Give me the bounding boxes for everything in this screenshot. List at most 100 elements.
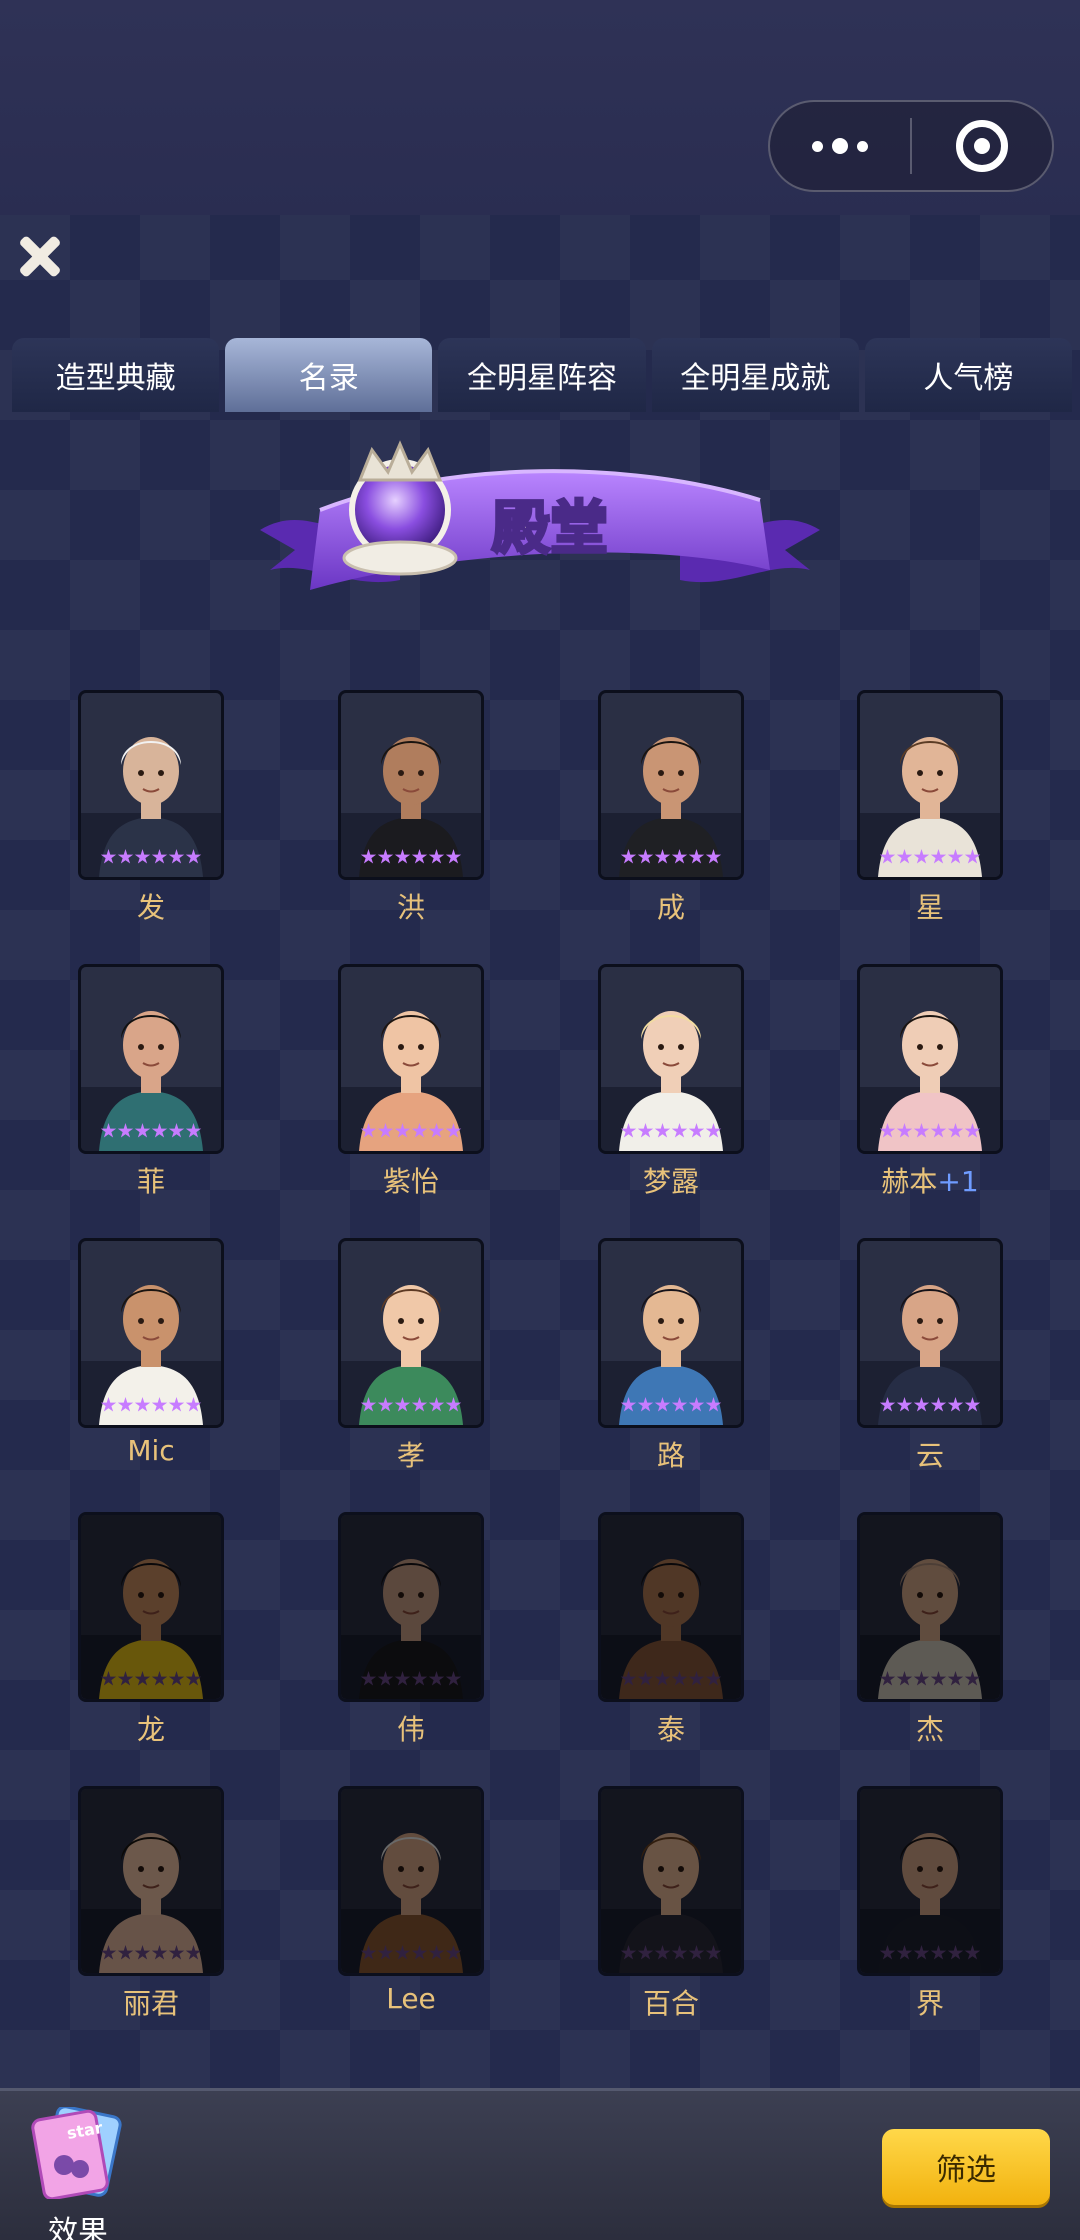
- star-rating: [81, 1945, 221, 1965]
- character-card[interactable]: 龙: [78, 1512, 224, 1748]
- tab-style-collection[interactable]: 造型典藏: [12, 338, 220, 412]
- target-circle-icon: [956, 120, 1008, 172]
- character-portrait: [598, 690, 744, 880]
- crown-icon: [342, 440, 458, 576]
- character-card[interactable]: 杰: [857, 1512, 1003, 1748]
- star-icon: [705, 1397, 722, 1412]
- effect-button[interactable]: star 效果: [28, 2105, 128, 2240]
- star-icon: [117, 849, 134, 864]
- character-name-text: 路: [656, 1439, 685, 1472]
- star-icon: [377, 1397, 394, 1412]
- character-name: 龙: [78, 1708, 224, 1748]
- star-rating: [601, 849, 741, 869]
- character-card[interactable]: Lee: [338, 1786, 484, 2015]
- star-icon: [445, 1123, 462, 1138]
- star-rating: [341, 849, 481, 869]
- exit-mini-program-button[interactable]: [912, 102, 1052, 190]
- star-icon: [377, 1123, 394, 1138]
- tab-popularity-ranking[interactable]: 人气榜: [864, 338, 1073, 412]
- star-icon: [360, 1397, 377, 1412]
- character-portrait: [338, 690, 484, 880]
- tab-bar: 造型典藏 名录 全明星阵容 全明星成就 人气榜: [12, 338, 1073, 412]
- star-cards-icon: star: [31, 2105, 122, 2201]
- character-name: 杰: [857, 1708, 1003, 1748]
- star-icon: [134, 1671, 151, 1686]
- star-icon: [705, 1945, 722, 1960]
- character-card[interactable]: 发: [78, 690, 224, 926]
- star-icon: [688, 1945, 705, 1960]
- star-icon: [620, 1945, 637, 1960]
- star-icon: [394, 1123, 411, 1138]
- more-menu-button[interactable]: [770, 102, 910, 190]
- star-icon: [930, 1397, 947, 1412]
- character-name: 赫本+1: [857, 1160, 1003, 1200]
- character-portrait: [857, 1238, 1003, 1428]
- character-card[interactable]: 孝: [338, 1238, 484, 1474]
- star-icon: [445, 849, 462, 864]
- character-card[interactable]: 菲: [78, 964, 224, 1200]
- star-icon: [913, 849, 930, 864]
- character-card[interactable]: 成: [598, 690, 744, 926]
- character-card[interactable]: 界: [857, 1786, 1003, 2022]
- character-portrait: [338, 964, 484, 1154]
- svg-text:殿堂: 殿堂: [492, 494, 608, 562]
- star-rating: [341, 1945, 481, 1965]
- star-icon: [671, 1671, 688, 1686]
- character-card[interactable]: 云: [857, 1238, 1003, 1474]
- star-rating: [601, 1397, 741, 1417]
- character-card[interactable]: 梦露: [598, 964, 744, 1200]
- character-card[interactable]: Mic: [78, 1238, 224, 1467]
- star-icon: [879, 849, 896, 864]
- character-card[interactable]: 伟: [338, 1512, 484, 1748]
- star-icon: [117, 1945, 134, 1960]
- star-icon: [930, 849, 947, 864]
- character-name-text: 紫怡: [382, 1165, 439, 1198]
- star-rating: [601, 1945, 741, 1965]
- character-name: 界: [857, 1982, 1003, 2022]
- character-portrait: [857, 690, 1003, 880]
- character-card[interactable]: 泰: [598, 1512, 744, 1748]
- character-card[interactable]: 紫怡: [338, 964, 484, 1200]
- character-portrait: [598, 1238, 744, 1428]
- filter-button[interactable]: 筛选: [882, 2129, 1050, 2205]
- tab-allstar-lineup[interactable]: 全明星阵容: [438, 338, 646, 412]
- star-icon: [185, 1123, 202, 1138]
- close-icon[interactable]: [16, 232, 64, 280]
- star-icon: [100, 1397, 117, 1412]
- star-icon: [168, 1123, 185, 1138]
- star-icon: [620, 1397, 637, 1412]
- star-icon: [117, 1123, 134, 1138]
- star-icon: [947, 1123, 964, 1138]
- star-icon: [896, 1123, 913, 1138]
- tab-allstar-achievements[interactable]: 全明星成就: [651, 338, 859, 412]
- character-name: 泰: [598, 1708, 744, 1748]
- star-icon: [134, 1123, 151, 1138]
- star-icon: [134, 1945, 151, 1960]
- star-rating: [81, 1397, 221, 1417]
- character-card[interactable]: 赫本+1: [857, 964, 1003, 1200]
- star-icon: [151, 1945, 168, 1960]
- star-icon: [930, 1945, 947, 1960]
- character-card[interactable]: 百合: [598, 1786, 744, 2022]
- star-icon: [360, 1123, 377, 1138]
- star-icon: [637, 1945, 654, 1960]
- star-rating: [341, 1123, 481, 1143]
- star-icon: [947, 849, 964, 864]
- star-icon: [879, 1671, 896, 1686]
- star-icon: [964, 1945, 981, 1960]
- star-icon: [411, 1123, 428, 1138]
- star-icon: [411, 1671, 428, 1686]
- star-rating: [81, 1671, 221, 1691]
- star-icon: [637, 1397, 654, 1412]
- character-card[interactable]: 星: [857, 690, 1003, 926]
- mini-program-capsule: [768, 100, 1054, 192]
- character-portrait: [338, 1238, 484, 1428]
- character-portrait: [598, 1512, 744, 1702]
- tab-roster[interactable]: 名录: [225, 338, 433, 412]
- star-icon: [100, 849, 117, 864]
- star-icon: [100, 1671, 117, 1686]
- character-card[interactable]: 丽君: [78, 1786, 224, 2022]
- more-dots-icon: [812, 138, 868, 154]
- character-card[interactable]: 洪: [338, 690, 484, 926]
- character-card[interactable]: 路: [598, 1238, 744, 1474]
